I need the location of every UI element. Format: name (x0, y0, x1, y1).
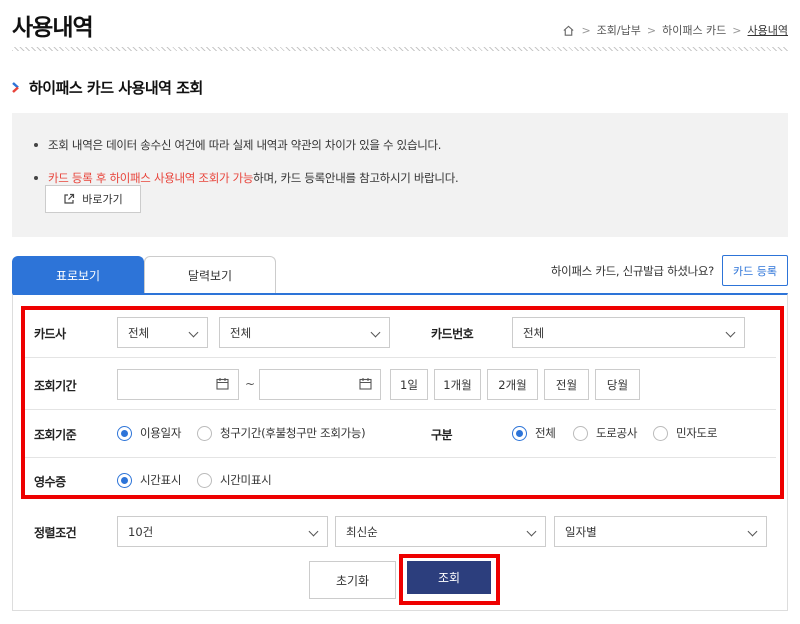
chevron-right-icon: > (732, 23, 742, 37)
notice-item: 카드 등록 후 하이패스 사용내역 조회가 가능하며, 카드 등록안내를 참고하… (34, 170, 788, 186)
page-title: 사용내역 (12, 15, 94, 41)
annotation-highlight-search (399, 554, 500, 605)
chevron-bullet-icon (12, 82, 19, 93)
card-register-button[interactable]: 카드 등록 (722, 255, 788, 286)
notice-item: 조회 내역은 데이터 송수신 여건에 따라 실제 내역과 약관의 차이가 있을 … (34, 137, 788, 153)
chevron-right-icon: > (581, 23, 591, 37)
external-link-icon (64, 193, 75, 204)
breadcrumb-item[interactable]: 조회/납부 (597, 22, 641, 38)
sort-group-select[interactable]: 일자별 (554, 516, 767, 547)
chevron-down-icon (747, 526, 758, 537)
breadcrumb-item[interactable]: 하이패스 카드 (662, 22, 726, 38)
breadcrumb: > 조회/납부 > 하이패스 카드 > 사용내역 (562, 22, 788, 38)
goto-button-label: 바로가기 (82, 193, 123, 206)
section-title-text: 하이패스 카드 사용내역 조회 (29, 79, 203, 97)
sort-count-select[interactable]: 10건 (117, 516, 328, 547)
notice-highlight-text: 카드 등록 후 하이패스 사용내역 조회가 가능 (48, 171, 254, 185)
chevron-right-icon: > (646, 23, 657, 37)
chevron-down-icon (308, 526, 319, 537)
sort-order-select[interactable]: 최신순 (335, 516, 546, 547)
register-question: 하이패스 카드, 신규발급 하셨나요? (550, 264, 714, 278)
notice-box: 조회 내역은 데이터 송수신 여건에 따라 실제 내역과 약관의 차이가 있을 … (12, 113, 788, 237)
chevron-down-icon (526, 526, 537, 537)
reset-button[interactable]: 초기화 (309, 561, 396, 599)
section-title: 하이패스 카드 사용내역 조회 (12, 77, 203, 98)
tab-table-view[interactable]: 표로보기 (12, 256, 144, 294)
breadcrumb-current[interactable]: 사용내역 (748, 22, 788, 38)
annotation-highlight-box (21, 306, 784, 499)
sort-label: 정렬조건 (34, 526, 77, 540)
title-divider (12, 47, 788, 51)
home-icon[interactable] (562, 24, 575, 37)
tab-calendar-view[interactable]: 달력보기 (144, 256, 276, 294)
goto-button[interactable]: 바로가기 (45, 185, 141, 213)
